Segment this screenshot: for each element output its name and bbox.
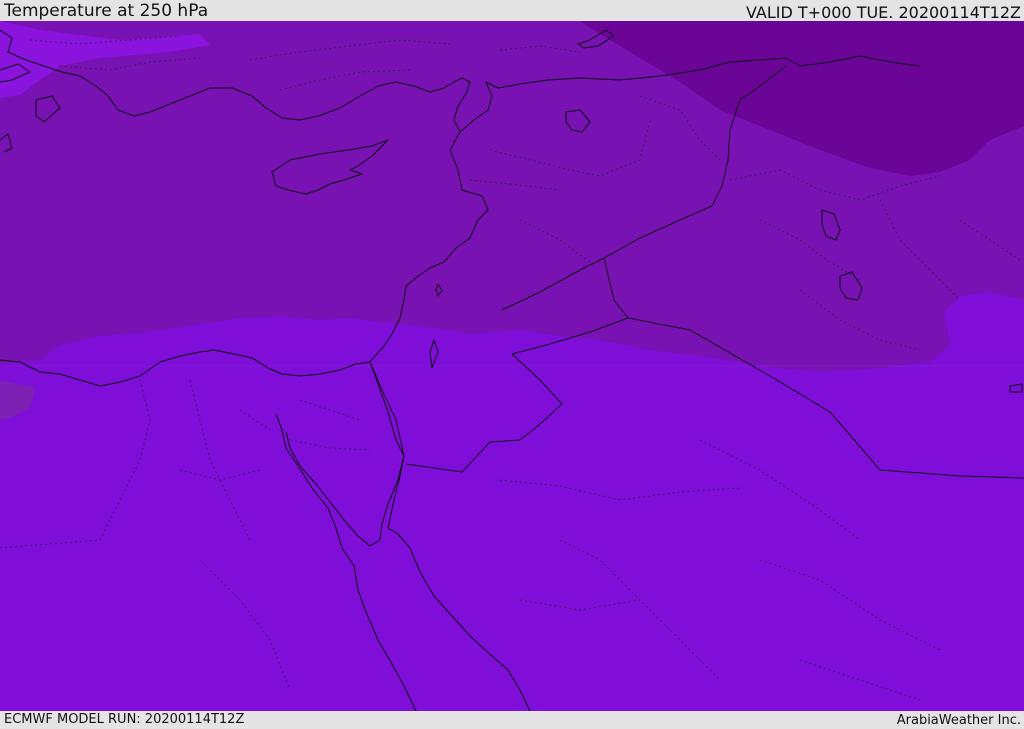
weather-map[interactable] xyxy=(0,21,1024,711)
footer-bar: ECMWF MODEL RUN: 20200114T12Z ArabiaWeat… xyxy=(0,711,1024,729)
header-bar: Temperature at 250 hPa VALID T+000 TUE. … xyxy=(0,0,1024,21)
map-canvas xyxy=(0,21,1024,711)
model-run-label: ECMWF MODEL RUN: 20200114T12Z xyxy=(4,712,245,727)
map-title: Temperature at 250 hPa xyxy=(4,1,209,21)
valid-time-label: VALID T+000 TUE. 20200114T12Z xyxy=(745,3,1021,22)
credit-label: ArabiaWeather Inc. xyxy=(896,713,1021,728)
